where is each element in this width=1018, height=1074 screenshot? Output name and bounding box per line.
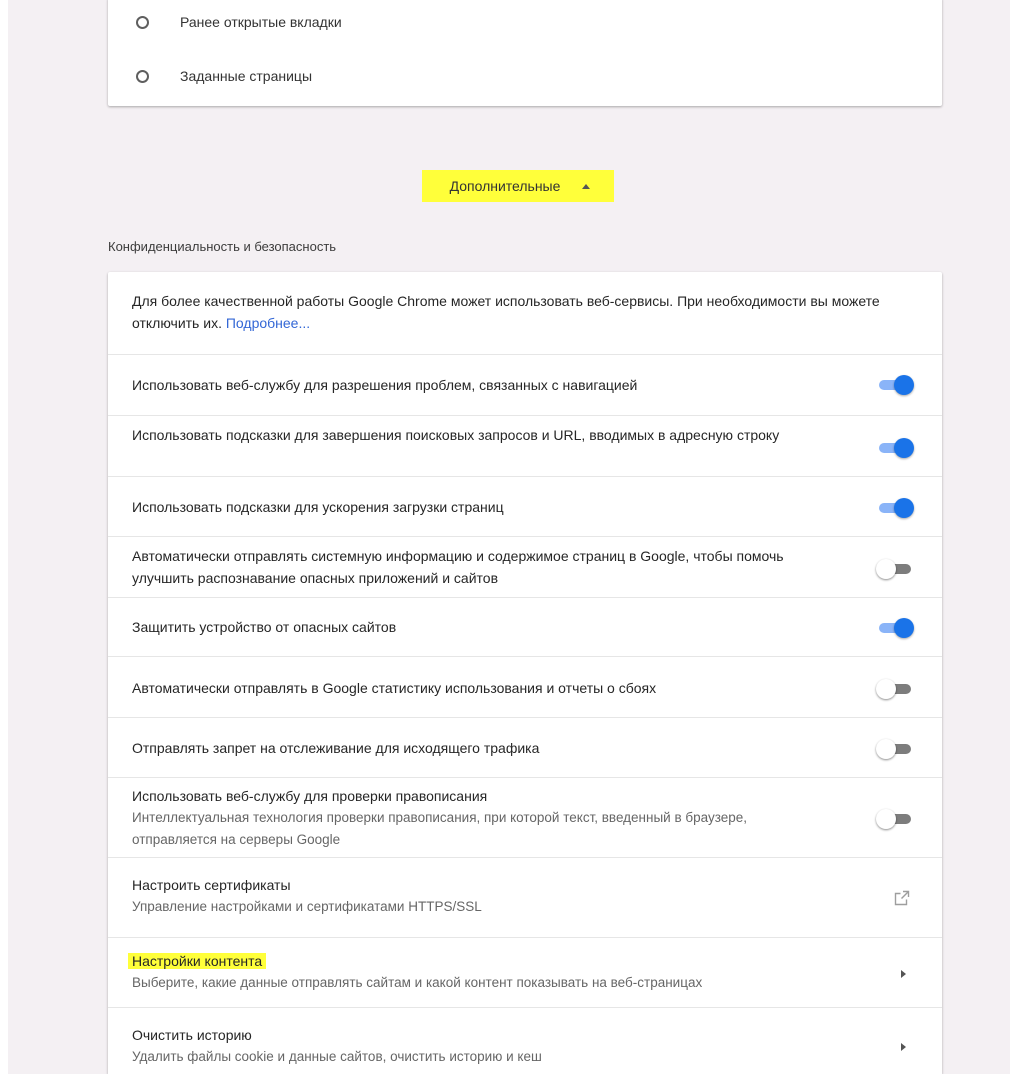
setting-row-usage-stats[interactable]: Автоматически отправлять в Google статис… xyxy=(108,656,942,717)
advanced-settings-toggle[interactable]: Дополнительные xyxy=(422,170,614,202)
setting-text-block: Очистить историю Удалить файлы cookie и … xyxy=(132,1024,832,1068)
setting-text-block: Настроить сертификаты Управление настрой… xyxy=(132,874,832,918)
radio-label: Ранее открытые вкладки xyxy=(180,14,342,30)
setting-title: Настройки контента xyxy=(128,953,267,969)
startup-options-card: Ранее открытые вкладки Заданные страницы xyxy=(108,0,942,106)
setting-row-safe-browsing-reports[interactable]: Автоматически отправлять системную инфор… xyxy=(108,536,942,597)
setting-row-safe-browsing[interactable]: Защитить устройство от опасных сайтов xyxy=(108,597,942,656)
toggle-switch[interactable] xyxy=(876,809,914,829)
intro-text: Для более качественной работы Google Chr… xyxy=(132,290,918,334)
radio-option-previous-tabs[interactable]: Ранее открытые вкладки xyxy=(108,0,942,49)
toggle-switch[interactable] xyxy=(876,375,914,395)
setting-row-spellcheck[interactable]: Использовать веб-службу для проверки пра… xyxy=(108,777,942,857)
setting-title: Настроить сертификаты xyxy=(132,877,291,893)
toggle-switch[interactable] xyxy=(876,739,914,759)
setting-subtitle: Удалить файлы cookie и данные сайтов, оч… xyxy=(132,1049,542,1064)
setting-row-do-not-track[interactable]: Отправлять запрет на отслеживание для ис… xyxy=(108,717,942,777)
setting-row-prefetch[interactable]: Использовать подсказки для ускорения заг… xyxy=(108,476,942,536)
privacy-settings-card: Для более качественной работы Google Chr… xyxy=(108,272,942,1074)
advanced-label: Дополнительные xyxy=(449,178,561,194)
radio-button-icon[interactable] xyxy=(136,69,149,83)
page-edge-right xyxy=(1010,0,1018,1074)
setting-label: Отправлять запрет на отслеживание для ис… xyxy=(132,740,540,756)
privacy-intro: Для более качественной работы Google Chr… xyxy=(108,272,942,354)
setting-row-navigation-errors[interactable]: Использовать веб-службу для разрешения п… xyxy=(108,354,942,415)
setting-row-content-settings[interactable]: Настройки контента Выберите, какие данны… xyxy=(108,937,942,1007)
learn-more-link[interactable]: Подробнее... xyxy=(226,315,310,331)
setting-label: Использовать подсказки для ускорения заг… xyxy=(132,499,504,515)
toggle-switch[interactable] xyxy=(876,679,914,699)
setting-label: Автоматически отправлять в Google статис… xyxy=(132,680,657,696)
setting-label: Использовать веб-службу для проверки пра… xyxy=(132,788,488,804)
setting-row-search-suggestions[interactable]: Использовать подсказки для завершения по… xyxy=(108,415,942,476)
setting-text-block: Использовать веб-службу для проверки пра… xyxy=(132,785,832,851)
toggle-switch[interactable] xyxy=(876,438,914,458)
radio-button-icon[interactable] xyxy=(136,15,149,29)
setting-sublabel: Интеллектуальная технология проверки пра… xyxy=(132,810,748,847)
toggle-switch[interactable] xyxy=(876,559,914,579)
chevron-right-icon xyxy=(901,1043,906,1051)
external-link-icon[interactable] xyxy=(894,890,910,906)
arrow-up-icon xyxy=(582,183,591,189)
setting-label: Защитить устройство от опасных сайтов xyxy=(132,619,397,635)
toggle-switch[interactable] xyxy=(876,498,914,518)
setting-label: Использовать веб-службу для разрешения п… xyxy=(132,377,638,393)
setting-subtitle: Выберите, какие данные отправлять сайтам… xyxy=(132,975,703,990)
setting-row-clear-history[interactable]: Очистить историю Удалить файлы cookie и … xyxy=(108,1007,942,1074)
chevron-right-icon xyxy=(901,970,906,978)
radio-option-specific-pages[interactable]: Заданные страницы xyxy=(108,49,942,103)
setting-title: Очистить историю xyxy=(132,1027,252,1043)
setting-row-certificates[interactable]: Настроить сертификаты Управление настрой… xyxy=(108,857,942,937)
page-edge-left xyxy=(0,0,8,1074)
setting-text-block: Настройки контента Выберите, какие данны… xyxy=(128,950,852,994)
section-title-privacy: Конфиденциальность и безопасность xyxy=(108,239,337,254)
setting-label: Использовать подсказки для завершения по… xyxy=(132,427,780,443)
setting-subtitle: Управление настройками и сертификатами H… xyxy=(132,899,482,914)
setting-label: Автоматически отправлять системную инфор… xyxy=(132,548,784,586)
toggle-switch[interactable] xyxy=(876,618,914,638)
radio-label: Заданные страницы xyxy=(180,68,313,84)
